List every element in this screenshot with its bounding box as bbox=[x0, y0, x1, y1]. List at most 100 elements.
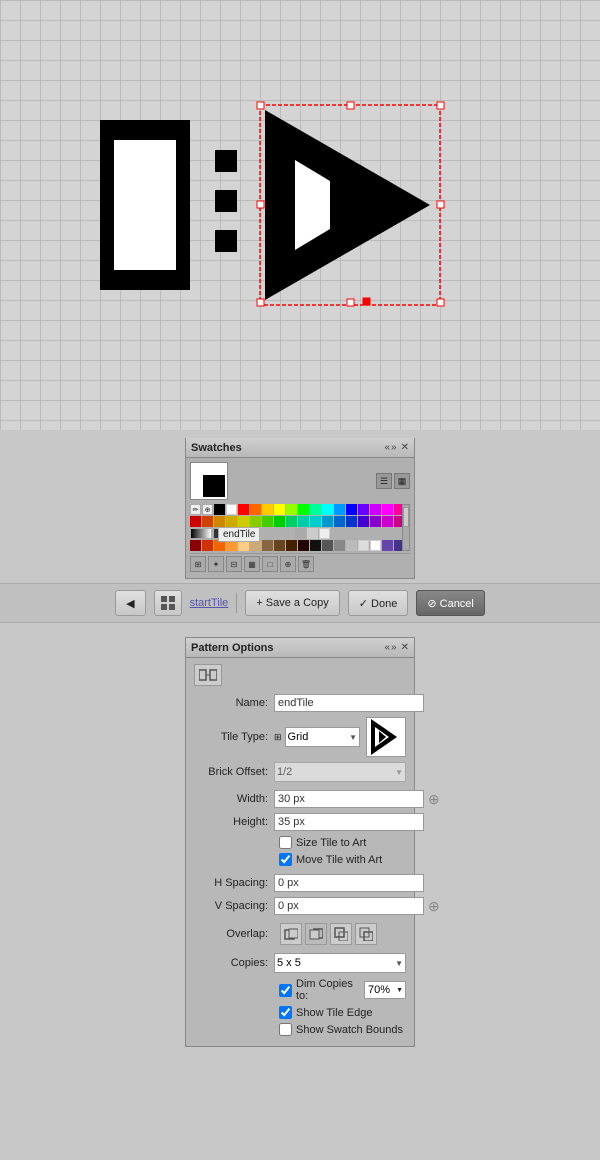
swatch-scrollbar[interactable] bbox=[402, 504, 410, 551]
done-button[interactable]: ✓ Done bbox=[348, 590, 409, 616]
swatch-darkbrown[interactable] bbox=[286, 540, 297, 551]
swatch-purple2[interactable] bbox=[370, 516, 381, 527]
swatch-add-icon[interactable]: ⊕ bbox=[280, 556, 296, 572]
show-tile-edge-checkbox[interactable] bbox=[279, 1006, 292, 1019]
swatch-darkcyan[interactable] bbox=[310, 516, 321, 527]
swatch-black[interactable] bbox=[214, 504, 225, 515]
tile-type-select[interactable]: Grid Brick by Row Brick by Column Hex by… bbox=[285, 727, 360, 747]
swatch-yellow2[interactable] bbox=[274, 504, 285, 515]
swatch-gold[interactable] bbox=[226, 516, 237, 527]
pencil-icon[interactable]: ✏ bbox=[190, 504, 201, 515]
name-input[interactable] bbox=[274, 694, 424, 712]
swatch-folder-icon[interactable]: ▦ bbox=[244, 556, 260, 572]
swatch-royalblue[interactable] bbox=[334, 516, 345, 527]
swatch-darkblue[interactable] bbox=[346, 516, 357, 527]
swatch-delete-icon[interactable]: 🗑 bbox=[298, 556, 314, 572]
v-spacing-link-icon[interactable]: ⊕ bbox=[428, 898, 440, 915]
name-row: Name: bbox=[194, 694, 406, 712]
swatch-white2[interactable] bbox=[370, 540, 381, 551]
swatch-menu-icon[interactable]: ⊞ bbox=[190, 556, 206, 572]
copies-select[interactable]: 5 x 5 3 x 3 1 x 1 bbox=[274, 953, 406, 973]
overlap-btn-1[interactable] bbox=[280, 923, 302, 945]
swatch-nearblack[interactable] bbox=[310, 540, 321, 551]
swatch-green1[interactable] bbox=[298, 504, 309, 515]
back-button[interactable]: ◀ bbox=[115, 590, 145, 616]
swatch-yellowgreen[interactable] bbox=[250, 516, 261, 527]
pattern-panel-controls: «» ✕ bbox=[384, 642, 409, 653]
swatch-lime1[interactable] bbox=[286, 504, 297, 515]
width-lock-icon[interactable]: ⊕ bbox=[428, 791, 440, 808]
show-swatch-bounds-checkbox[interactable] bbox=[279, 1023, 292, 1036]
endtile-badge: endTile bbox=[218, 527, 260, 542]
swatch-cyan1[interactable] bbox=[322, 504, 333, 515]
swatch-blue1[interactable] bbox=[334, 504, 345, 515]
pattern-panel-close-icon[interactable]: ✕ bbox=[401, 642, 409, 653]
swatch-midgray[interactable] bbox=[334, 540, 345, 551]
swatch-teal1[interactable] bbox=[286, 516, 297, 527]
pattern-icon-btn-1[interactable] bbox=[194, 664, 222, 686]
move-tile-checkbox[interactable] bbox=[279, 853, 292, 866]
swatch-green2[interactable] bbox=[274, 516, 285, 527]
swatch-library-icon[interactable]: ⊟ bbox=[226, 556, 242, 572]
v-spacing-input[interactable] bbox=[274, 897, 424, 915]
swatch-brick[interactable] bbox=[202, 540, 213, 551]
size-tile-checkbox[interactable] bbox=[279, 836, 292, 849]
swatch-maroon[interactable] bbox=[190, 540, 201, 551]
overlap-btn-4[interactable] bbox=[355, 923, 377, 945]
swatch-violet1[interactable] bbox=[358, 504, 369, 515]
overlap-btn-2[interactable] bbox=[305, 923, 327, 945]
width-label: Width: bbox=[194, 793, 274, 805]
swatch-darkred[interactable] bbox=[190, 516, 201, 527]
list-view-icon[interactable]: ☰ bbox=[376, 473, 392, 489]
grid-view-icon[interactable]: ▦ bbox=[394, 473, 410, 489]
scrollbar-thumb[interactable] bbox=[403, 507, 409, 527]
swatch-new-icon[interactable]: □ bbox=[262, 556, 278, 572]
panel-close-icon[interactable]: ✕ bbox=[401, 442, 409, 453]
swatch-gradient[interactable] bbox=[190, 528, 212, 539]
swatch-red1[interactable] bbox=[238, 504, 249, 515]
brick-offset-select[interactable]: 1/2 1/3 1/4 bbox=[274, 762, 406, 782]
swatch-darkgray[interactable] bbox=[322, 540, 333, 551]
swatch-purple1[interactable] bbox=[370, 504, 381, 515]
dim-copies-checkbox[interactable] bbox=[279, 984, 292, 997]
swatch-brown2[interactable] bbox=[274, 540, 285, 551]
swatch-darkorange[interactable] bbox=[202, 516, 213, 527]
overlap-btn-3[interactable] bbox=[330, 923, 352, 945]
swatch-verydarkred[interactable] bbox=[298, 540, 309, 551]
swatch-yellow1[interactable] bbox=[262, 504, 273, 515]
swatch-gray1[interactable] bbox=[295, 528, 306, 539]
swatch-teal2[interactable] bbox=[298, 516, 309, 527]
swatch-blue2[interactable] bbox=[346, 504, 357, 515]
swatch-orange1[interactable] bbox=[250, 504, 261, 515]
swatch-steel[interactable] bbox=[322, 516, 333, 527]
brick-offset-label: Brick Offset: bbox=[194, 766, 274, 778]
swatch-lightgray[interactable] bbox=[319, 528, 330, 539]
tile-icon-button[interactable] bbox=[154, 590, 182, 616]
swatch-eyedrop-icon[interactable]: ✦ bbox=[208, 556, 224, 572]
brick-offset-select-wrapper: 1/2 1/3 1/4 ▼ bbox=[274, 762, 406, 782]
swatch-white[interactable] bbox=[226, 504, 237, 515]
swatch-mint1[interactable] bbox=[310, 504, 321, 515]
swatch-brown1[interactable] bbox=[262, 540, 273, 551]
swatch-darkyellow[interactable] bbox=[214, 516, 225, 527]
dim-copies-select[interactable]: 70% 50% 30% bbox=[364, 981, 406, 999]
swatch-magenta1[interactable] bbox=[382, 504, 393, 515]
save-copy-button[interactable]: + Save a Copy bbox=[245, 590, 339, 616]
fill-icon[interactable]: ⊕ bbox=[202, 504, 213, 515]
swatch-gray2[interactable] bbox=[307, 528, 318, 539]
h-spacing-input[interactable] bbox=[274, 874, 424, 892]
swatch-fg-bg[interactable] bbox=[190, 462, 228, 500]
swatch-lightgray2[interactable] bbox=[346, 540, 357, 551]
swatch-olive[interactable] bbox=[238, 516, 249, 527]
canvas-artwork bbox=[100, 90, 490, 320]
height-input[interactable] bbox=[274, 813, 424, 831]
tile-name-label[interactable]: startTile bbox=[190, 597, 229, 609]
swatch-nearwhite[interactable] bbox=[358, 540, 369, 551]
toolbar-bar: ◀ startTile + Save a Copy ✓ Done ⊘ Cance… bbox=[0, 583, 600, 623]
width-input[interactable] bbox=[274, 790, 424, 808]
swatch-purple3[interactable] bbox=[382, 540, 393, 551]
swatch-indigo[interactable] bbox=[358, 516, 369, 527]
swatch-lightgreen[interactable] bbox=[262, 516, 273, 527]
cancel-button[interactable]: ⊘ Cancel bbox=[416, 590, 485, 616]
swatch-darkmagenta[interactable] bbox=[382, 516, 393, 527]
